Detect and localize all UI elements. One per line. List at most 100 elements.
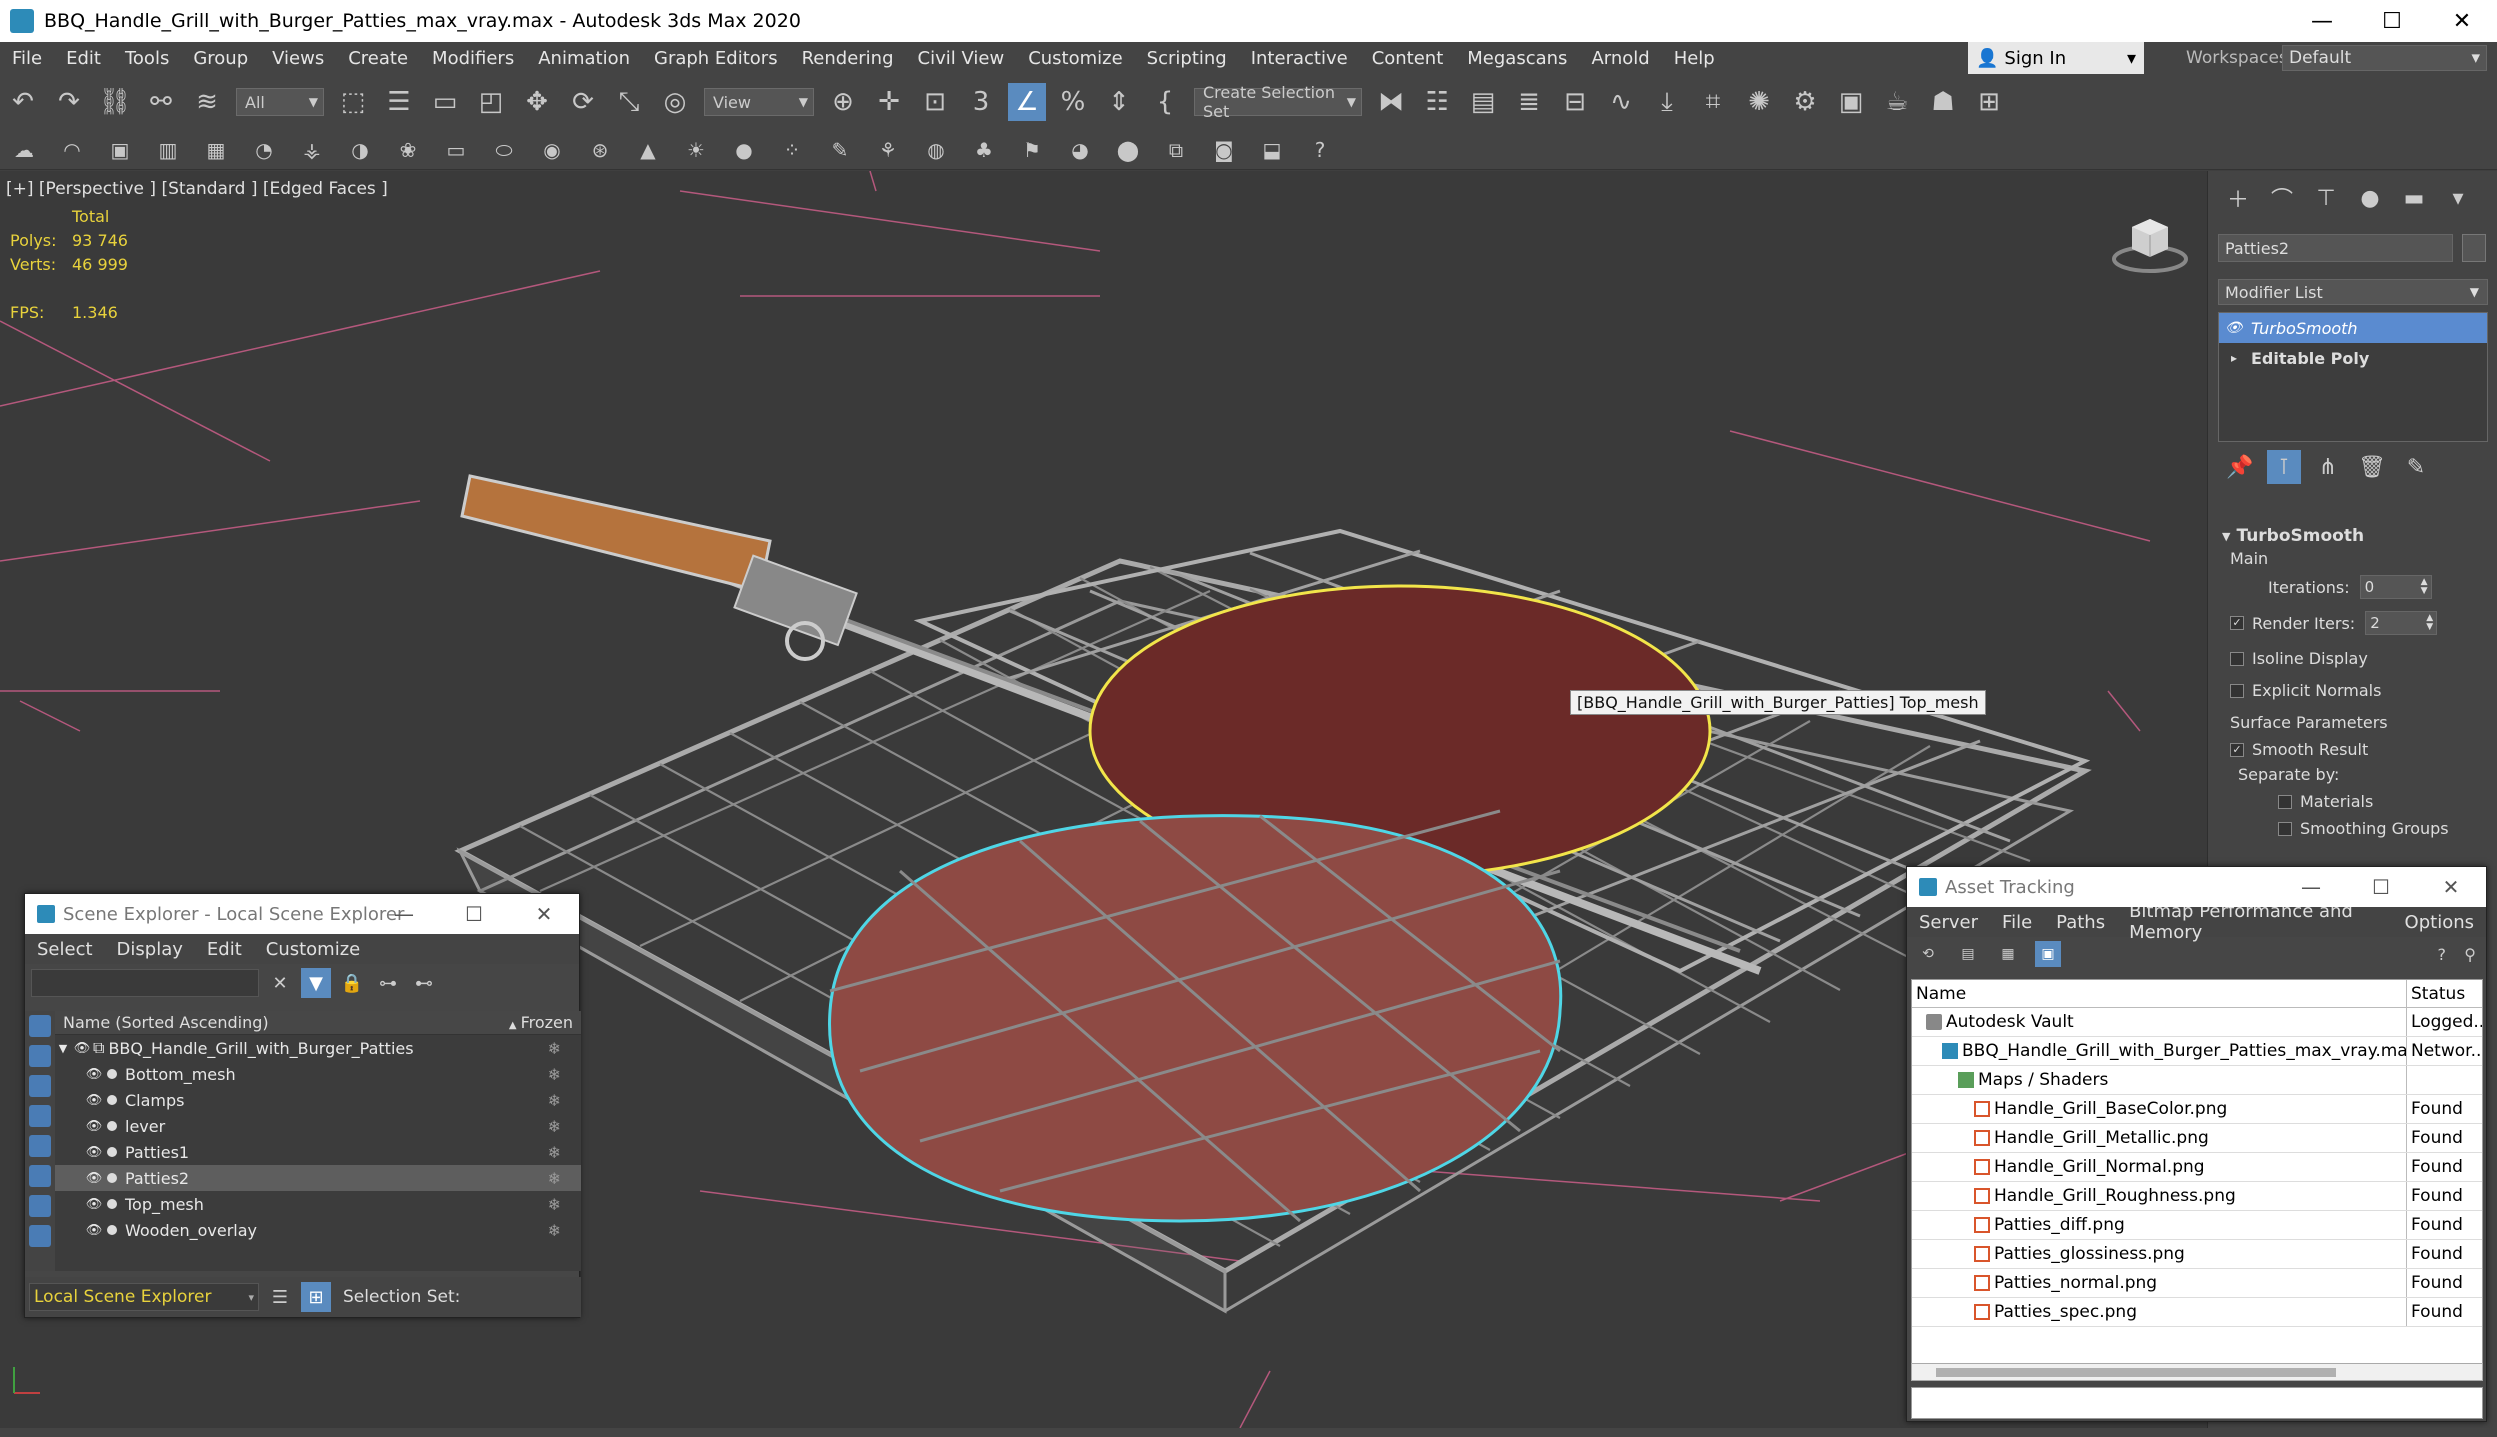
maximize-button[interactable]: ☐ — [2346, 867, 2416, 907]
at-menu-paths[interactable]: Paths — [2044, 912, 2117, 933]
render-production-icon[interactable]: ☕ — [1878, 83, 1916, 121]
menu-edit[interactable]: Edit — [54, 48, 113, 69]
menu-interactive[interactable]: Interactive — [1239, 48, 1360, 69]
asset-row[interactable]: Handle_Grill_Normal.png Found — [1912, 1153, 2482, 1182]
menu-modifiers[interactable]: Modifiers — [420, 48, 526, 69]
mirror-icon[interactable]: ⧓ — [1372, 83, 1410, 121]
groups-filter-icon[interactable] — [29, 1195, 51, 1217]
sphere-icon[interactable]: ⬤ — [1113, 135, 1143, 165]
ies-light-icon[interactable]: ⊛ — [585, 135, 615, 165]
workspaces-dropdown[interactable]: Default ▾ — [2282, 45, 2487, 71]
named-selection-sets-icon[interactable]: { — [1146, 83, 1184, 121]
keyboard-shortcut-toggle-icon[interactable]: ⊡ — [916, 83, 954, 121]
schematic-view-icon[interactable]: ⌗ — [1694, 83, 1732, 121]
window-crossing-icon[interactable]: ◰ — [472, 83, 510, 121]
tree-row[interactable]: 👁 Patties1 ❄ — [55, 1139, 581, 1165]
frozen-icon[interactable]: ❄ — [548, 1143, 561, 1162]
frozen-icon[interactable]: ❄ — [548, 1195, 561, 1214]
menu-content[interactable]: Content — [1360, 48, 1456, 69]
scene-explorer-titlebar[interactable]: Scene Explorer - Local Scene Explorer — … — [25, 894, 579, 934]
eye-icon[interactable]: 👁 — [83, 1093, 105, 1108]
scrollbar-thumb[interactable] — [1936, 1368, 2336, 1377]
modify-tab-icon[interactable]: ⌒ — [2260, 183, 2304, 213]
unlink-icon[interactable]: ⚯ — [142, 83, 180, 121]
frozen-icon[interactable]: ❄ — [548, 1221, 561, 1240]
cameras-filter-icon[interactable] — [29, 1105, 51, 1127]
helpers-filter-icon[interactable] — [29, 1135, 51, 1157]
material-icon[interactable]: ❀ — [393, 135, 423, 165]
tree-row-root[interactable]: ▼ 👁 ⧉ BBQ_Handle_Grill_with_Burger_Patti… — [55, 1035, 581, 1061]
pin-stack-icon[interactable]: 📌 — [2218, 450, 2262, 484]
geometry-filter-icon[interactable] — [29, 1015, 51, 1037]
asset-row[interactable]: BBQ_Handle_Grill_with_Burger_Patties_max… — [1912, 1037, 2482, 1066]
expand-triangle-icon[interactable]: ▼ — [55, 1042, 71, 1055]
lock-icon[interactable]: 🔒 — [337, 968, 367, 998]
eye-icon[interactable]: 👁 — [83, 1197, 105, 1212]
undo-icon[interactable]: ↶ — [4, 83, 42, 121]
fur-generator-icon[interactable]: ⚘ — [873, 135, 903, 165]
dome-light-icon[interactable]: ◉ — [537, 135, 567, 165]
menu-customize[interactable]: Customize — [1016, 48, 1134, 69]
eye-icon[interactable]: 👁 — [83, 1145, 105, 1160]
filter-icon[interactable]: ▼ — [301, 968, 331, 998]
create-selection-set-dropdown[interactable]: Create Selection Set ▼ — [1194, 83, 1362, 121]
align-icon[interactable]: ☷ — [1418, 83, 1456, 121]
isoline-checkbox[interactable] — [2230, 651, 2244, 666]
menu-scripting[interactable]: Scripting — [1135, 48, 1239, 69]
eye-icon[interactable]: 👁 — [71, 1041, 93, 1056]
select-manipulate-icon[interactable]: ✛ — [870, 83, 908, 121]
grid-icon[interactable]: ▦ — [201, 135, 231, 165]
menu-rendering[interactable]: Rendering — [790, 48, 906, 69]
show-end-result-icon[interactable]: ⊺ — [2267, 450, 2301, 484]
asset-row[interactable]: Maps / Shaders — [1912, 1066, 2482, 1095]
pin-icon[interactable]: ⚲ — [2464, 945, 2476, 964]
at-menu-file[interactable]: File — [1990, 912, 2044, 933]
menu-megascans[interactable]: Megascans — [1455, 48, 1579, 69]
remove-modifier-icon[interactable]: 🗑 — [2350, 450, 2394, 484]
make-unique-icon[interactable]: ⋔ — [2306, 450, 2350, 484]
camera-icon[interactable]: ◙ — [1209, 135, 1239, 165]
status-column-header[interactable]: Status — [2407, 980, 2482, 1007]
close-button[interactable]: ✕ — [509, 894, 579, 934]
maximize-button[interactable]: ☐ — [439, 894, 509, 934]
export-icon[interactable]: ⬓ — [1257, 135, 1287, 165]
at-menu-server[interactable]: Server — [1907, 912, 1990, 933]
menu-animation[interactable]: Animation — [526, 48, 642, 69]
stack-item-editable-poly[interactable]: ▸ Editable Poly — [2219, 343, 2487, 373]
help-icon[interactable]: ? — [2438, 945, 2447, 964]
spinner-arrows-icon[interactable]: ▲ ▼ — [2421, 578, 2428, 596]
object-name-field[interactable]: Patties2 — [2218, 234, 2453, 262]
explicit-normals-checkbox[interactable] — [2230, 683, 2244, 698]
sign-in-dropdown[interactable]: 👤 Sign In ▾ — [1968, 42, 2144, 74]
curve-editor-icon[interactable]: ∿ — [1602, 83, 1640, 121]
asset-row[interactable]: Handle_Grill_BaseColor.png Found — [1912, 1095, 2482, 1124]
scene-explorer-toggle-icon[interactable]: ▤ — [1464, 83, 1502, 121]
place-icon[interactable]: ◎ — [656, 83, 694, 121]
asset-tracking-titlebar[interactable]: Asset Tracking — ☐ ✕ — [1907, 867, 2486, 907]
close-button[interactable]: ✕ — [2427, 0, 2497, 42]
rotate-icon[interactable]: ⟳ — [564, 83, 602, 121]
maximize-button[interactable]: ☐ — [2357, 0, 2427, 42]
name-column-header[interactable]: Name (Sorted Ascending) — [55, 1013, 269, 1032]
select-by-name-icon[interactable]: ☰ — [380, 83, 418, 121]
tree-row[interactable]: 👁 lever ❄ — [55, 1113, 581, 1139]
menu-views[interactable]: Views — [260, 48, 336, 69]
hierarchy-icon[interactable]: ⊶ — [373, 968, 403, 998]
material-editor-icon[interactable]: ✺ — [1740, 83, 1778, 121]
menu-group[interactable]: Group — [181, 48, 260, 69]
spacewarps-filter-icon[interactable] — [29, 1165, 51, 1187]
spinner-snap-icon[interactable]: ⇕ — [1100, 83, 1138, 121]
box-icon[interactable]: ▣ — [105, 135, 135, 165]
se-menu-edit[interactable]: Edit — [195, 939, 254, 960]
asset-row[interactable]: Patties_glossiness.png Found — [1912, 1240, 2482, 1269]
move-icon[interactable]: ✥ — [518, 83, 556, 121]
minimize-button[interactable]: — — [2287, 0, 2357, 42]
selection-filter-dropdown[interactable]: All ▼ — [236, 88, 324, 116]
tree-row[interactable]: 👁 Bottom_mesh ❄ — [55, 1061, 581, 1087]
sort-by-hierarchy-icon[interactable]: ⊞ — [301, 1282, 331, 1312]
frozen-icon[interactable]: ❄ — [548, 1117, 561, 1136]
asset-row[interactable]: Autodesk Vault Logged... — [1912, 1008, 2482, 1037]
displacement-icon[interactable]: ⚑ — [1017, 135, 1047, 165]
se-menu-display[interactable]: Display — [105, 939, 195, 960]
layers-icon[interactable]: ☰ — [265, 1282, 295, 1312]
